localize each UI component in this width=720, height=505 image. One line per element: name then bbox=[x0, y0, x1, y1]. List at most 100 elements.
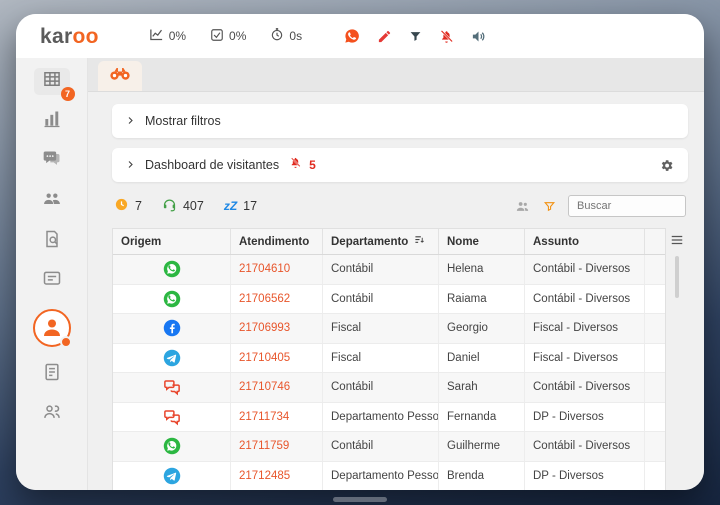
ticket-number[interactable]: 21704610 bbox=[231, 255, 323, 284]
sidebar-item-chats[interactable] bbox=[34, 148, 70, 175]
topbar-actions bbox=[344, 28, 486, 44]
conversion-value: 0% bbox=[168, 29, 187, 43]
table-row[interactable]: 21710746 Contábil Sarah Contábil - Diver… bbox=[113, 373, 665, 403]
filters-panel-label: Mostrar filtros bbox=[145, 114, 221, 128]
menu-icon[interactable] bbox=[670, 234, 684, 246]
sidebar-item-chat-window[interactable] bbox=[34, 268, 70, 295]
department-cell: Contábil bbox=[323, 373, 439, 402]
visitors-dashboard-panel[interactable]: Dashboard de visitantes 5 bbox=[112, 148, 688, 182]
inactive-count: 17 bbox=[243, 199, 258, 213]
department-cell: Contábil bbox=[323, 284, 439, 313]
sidebar-item-documents[interactable] bbox=[34, 361, 70, 388]
filters-panel[interactable]: Mostrar filtros bbox=[112, 104, 688, 138]
row-actions-cell bbox=[645, 462, 665, 491]
timer-value: 0s bbox=[289, 29, 303, 43]
bell-muted-icon[interactable] bbox=[439, 29, 454, 44]
tab-visitors[interactable] bbox=[98, 61, 142, 91]
ticket-number[interactable]: 21712485 bbox=[231, 461, 323, 490]
whatsapp-icon bbox=[163, 290, 181, 308]
telegram-icon bbox=[163, 467, 181, 485]
agent-avatar[interactable] bbox=[32, 309, 72, 348]
ticket-number[interactable]: 21706562 bbox=[231, 284, 323, 313]
name-cell: Helena bbox=[439, 255, 525, 284]
table-row[interactable]: 21704610 Contábil Helena Contábil - Dive… bbox=[113, 255, 665, 285]
table-row[interactable]: 21710405 Fiscal Daniel Fiscal - Diversos bbox=[113, 343, 665, 373]
chat-window-icon bbox=[42, 269, 62, 294]
sidebar-item-history-search[interactable] bbox=[34, 228, 70, 255]
headset-icon bbox=[162, 197, 177, 215]
volume-icon[interactable] bbox=[471, 29, 486, 44]
status-badge bbox=[59, 336, 72, 348]
ticket-number[interactable]: 21710405 bbox=[231, 343, 323, 372]
search-input[interactable] bbox=[568, 195, 686, 217]
attendance-count-badge: 7 bbox=[60, 87, 75, 101]
origin-cell bbox=[113, 343, 231, 372]
sidebar-item-attendances[interactable]: 7 bbox=[33, 68, 75, 101]
subject-cell: DP - Diversos bbox=[525, 402, 645, 431]
row-actions-cell bbox=[645, 314, 665, 343]
ticket-number[interactable]: 21710746 bbox=[231, 373, 323, 402]
department-cell: Fiscal bbox=[323, 343, 439, 372]
row-actions-cell bbox=[645, 285, 665, 314]
facebook-icon bbox=[163, 319, 181, 337]
main-area: Mostrar filtros Dashboard de visitantes … bbox=[88, 58, 704, 490]
chevron-right-icon bbox=[126, 156, 135, 174]
people-icon[interactable] bbox=[514, 199, 531, 214]
inactive-counter: zZ 17 bbox=[224, 199, 257, 213]
gear-icon[interactable] bbox=[659, 158, 674, 173]
logo-text-accent: oo bbox=[72, 24, 99, 48]
ticket-number[interactable]: 21711734 bbox=[231, 402, 323, 431]
in-service-count: 407 bbox=[182, 199, 204, 213]
document-search-icon bbox=[42, 229, 62, 254]
content-area: Mostrar filtros Dashboard de visitantes … bbox=[88, 92, 704, 490]
table-row[interactable]: 21706993 Fiscal Georgio Fiscal - Diverso… bbox=[113, 314, 665, 344]
table-row[interactable]: 21711734 Departamento Pessoal Fernanda D… bbox=[113, 402, 665, 432]
team-icon bbox=[42, 189, 62, 214]
list-controls bbox=[514, 195, 686, 217]
department-cell: Fiscal bbox=[323, 314, 439, 343]
row-actions-cell bbox=[645, 344, 665, 373]
column-header-origem[interactable]: Origem bbox=[113, 229, 231, 254]
table-header: Origem Atendimento Departamento Nome Ass… bbox=[113, 229, 665, 255]
table-gutter bbox=[666, 228, 688, 490]
table-row[interactable]: 21712485 Departamento Pessoal Brenda DP … bbox=[113, 461, 665, 491]
people-outline-icon bbox=[42, 402, 62, 427]
line-chart-icon bbox=[149, 27, 164, 45]
sidebar-item-users[interactable] bbox=[34, 401, 70, 428]
name-cell: Sarah bbox=[439, 373, 525, 402]
timer-stat: 0s bbox=[270, 27, 302, 45]
column-header-assunto[interactable]: Assunto bbox=[525, 229, 645, 254]
binoculars-icon bbox=[109, 66, 131, 86]
in-service-counter: 407 bbox=[162, 197, 204, 215]
column-header-nome[interactable]: Nome bbox=[439, 229, 525, 254]
ticket-number[interactable]: 21711759 bbox=[231, 432, 323, 461]
bar-chart-icon bbox=[42, 109, 62, 134]
attendance-table-area: Origem Atendimento Departamento Nome Ass… bbox=[112, 228, 688, 490]
row-actions-cell bbox=[645, 432, 665, 461]
funnel-icon[interactable] bbox=[409, 30, 422, 43]
department-cell: Departamento Pessoal bbox=[323, 402, 439, 431]
column-header-atendimento[interactable]: Atendimento bbox=[231, 229, 323, 254]
origin-cell bbox=[113, 255, 231, 284]
grid-icon bbox=[42, 69, 62, 94]
origin-cell bbox=[113, 461, 231, 490]
whatsapp-icon bbox=[163, 437, 181, 455]
subject-cell: DP - Diversos bbox=[525, 461, 645, 490]
checkbox-icon bbox=[210, 28, 224, 45]
brush-icon[interactable] bbox=[377, 29, 392, 44]
chevron-right-icon bbox=[126, 112, 135, 130]
filter-icon[interactable] bbox=[543, 200, 556, 213]
sidebar: 7 bbox=[16, 58, 88, 490]
scrollbar-thumb[interactable] bbox=[675, 256, 679, 298]
table-body: 21704610 Contábil Helena Contábil - Dive… bbox=[113, 255, 665, 490]
row-actions-cell bbox=[645, 403, 665, 432]
table-row[interactable]: 21706562 Contábil Raiama Contábil - Dive… bbox=[113, 284, 665, 314]
whatsapp-icon[interactable] bbox=[344, 28, 360, 44]
column-header-departamento[interactable]: Departamento bbox=[323, 229, 439, 254]
sidebar-item-contacts[interactable] bbox=[34, 188, 70, 215]
sidebar-item-reports[interactable] bbox=[34, 108, 70, 135]
ticket-number[interactable]: 21706993 bbox=[231, 314, 323, 343]
name-cell: Fernanda bbox=[439, 402, 525, 431]
app-window: karoo 0% 0% 0s 7 Mostrar filtros Dashboa… bbox=[16, 14, 704, 490]
table-row[interactable]: 21711759 Contábil Guilherme Contábil - D… bbox=[113, 432, 665, 462]
